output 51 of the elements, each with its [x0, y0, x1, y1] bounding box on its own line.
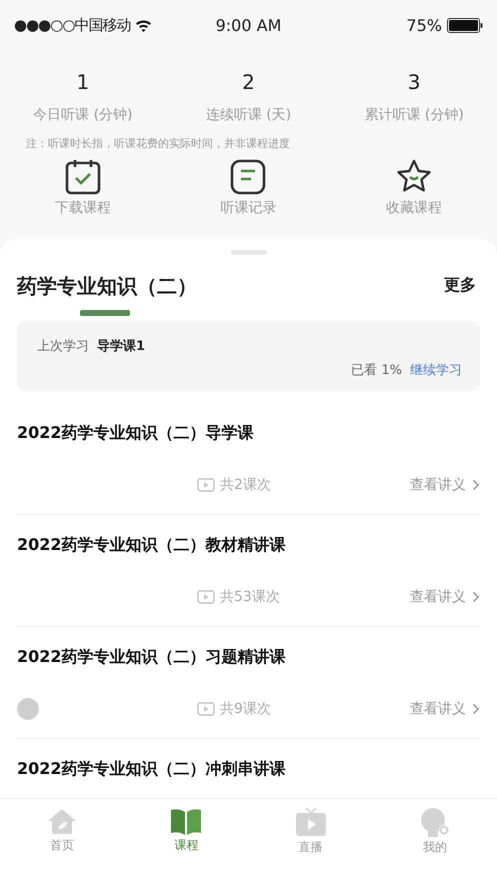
status-time: 9:00 AM: [216, 16, 282, 34]
lesson-count: 共9课次: [220, 700, 271, 718]
view-notes-link[interactable]: 查看讲义: [410, 476, 480, 494]
stat-label: 累计听课 (分钟): [364, 106, 464, 124]
wifi-icon: [135, 18, 152, 32]
course-title[interactable]: 2022药学专业知识（二）习题精讲课: [17, 647, 480, 668]
chevron-right-icon: [472, 591, 480, 603]
tab[interactable]: 课程: [170, 807, 202, 854]
shortcut-button[interactable]: 收藏课程: [386, 159, 442, 217]
calendar-check-icon: [64, 159, 101, 195]
lesson-count: 共2课次: [220, 476, 271, 494]
house-icon: [46, 807, 78, 835]
course-title[interactable]: 2022药学专业知识（二）冲刺串讲课: [17, 759, 480, 780]
video-icon: [197, 590, 215, 604]
avatar-icon: [17, 698, 39, 720]
tab[interactable]: 直播: [294, 807, 327, 856]
progress-text: 已看 1%: [351, 362, 402, 379]
title-underline: [80, 310, 130, 316]
video-icon: [197, 702, 215, 716]
more-link[interactable]: 更多: [444, 275, 476, 296]
last-study-label: 上次学习: [37, 338, 89, 355]
last-study-card[interactable]: 上次学习 导学课1 已看 1% 继续学习: [17, 321, 480, 391]
course-title[interactable]: 2022药学专业知识（二）教材精讲课: [17, 535, 480, 556]
battery-icon: [446, 18, 483, 32]
course-title[interactable]: 2022药学专业知识（二）导学课: [17, 423, 480, 444]
stat-label: 连续听课 (天): [206, 106, 292, 124]
user-gear-icon: [418, 807, 451, 837]
view-notes-link[interactable]: 查看讲义: [410, 588, 480, 606]
stat-value: 3: [408, 70, 421, 94]
lesson-count: 共53课次: [220, 588, 280, 606]
shortcut-button[interactable]: 听课记录: [220, 159, 276, 217]
open-book-icon: [170, 807, 202, 835]
shortcut-button[interactable]: 下载课程: [54, 159, 111, 217]
last-lesson-title: 导学课1: [97, 338, 146, 355]
battery-percent: 75%: [406, 16, 442, 34]
tab[interactable]: 我的: [418, 807, 451, 856]
section-title: 药学专业知识（二）: [17, 273, 197, 300]
stat-label: 今日听课 (分钟): [33, 106, 133, 124]
stat-value: 2: [242, 70, 255, 94]
video-icon: [197, 478, 215, 492]
tv-play-icon: [294, 807, 327, 837]
drag-handle[interactable]: [230, 250, 266, 255]
chevron-right-icon: [472, 703, 480, 715]
stat-value: 1: [76, 70, 90, 94]
tab[interactable]: 首页: [46, 807, 78, 854]
chevron-right-icon: [472, 479, 480, 491]
note-icon: [230, 159, 266, 195]
view-notes-link[interactable]: 查看讲义: [410, 700, 480, 718]
continue-link[interactable]: 继续学习: [410, 361, 462, 379]
carrier-text: ●●●○○中国移动: [14, 16, 130, 34]
note-text: 注：听课时长指，听课花费的实际时间，并非课程进度: [26, 136, 291, 151]
